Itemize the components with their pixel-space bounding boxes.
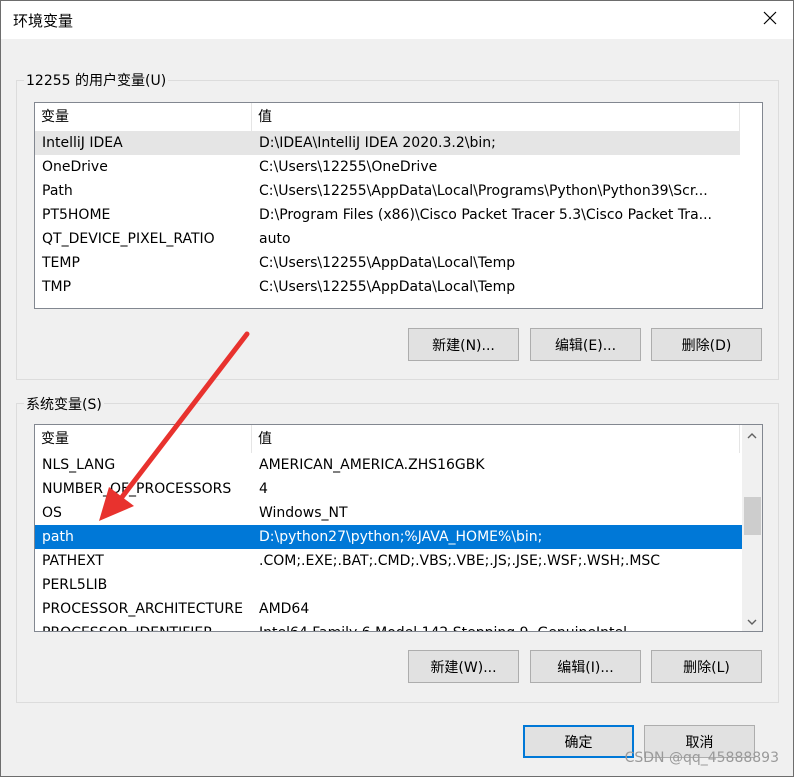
variable-value: .COM;.EXE;.BAT;.CMD;.VBS;.VBE;.JS;.JSE;.… bbox=[259, 553, 661, 569]
user-variable-row[interactable]: PT5HOME D:\Program Files (x86)\Cisco Pack… bbox=[35, 203, 740, 227]
variable-value: C:\Users\12255\OneDrive bbox=[259, 159, 438, 175]
variable-name: path bbox=[42, 529, 74, 545]
user-edit-button[interactable]: 编辑(E)... bbox=[530, 328, 641, 361]
column-header: 变量 值 bbox=[35, 103, 762, 131]
user-delete-button[interactable]: 删除(D) bbox=[651, 328, 762, 361]
variable-name: Path bbox=[42, 183, 73, 199]
scroll-down-button[interactable] bbox=[742, 611, 762, 631]
column-header-value[interactable]: 值 bbox=[252, 425, 740, 453]
user-variables-label: 12255 的用户变量(U) bbox=[24, 70, 169, 90]
variable-name: OneDrive bbox=[42, 159, 108, 175]
variable-value: AMERICAN_AMERICA.ZHS16GBK bbox=[259, 457, 485, 473]
variable-name: NLS_LANG bbox=[42, 457, 116, 473]
watermark: CSDN @qq_45888893 bbox=[624, 750, 779, 766]
system-variable-row[interactable]: PERL5LIB bbox=[35, 573, 742, 597]
system-variable-row[interactable]: PROCESSOR_ARCHITECTURE AMD64 bbox=[35, 597, 742, 621]
column-header-value[interactable]: 值 bbox=[252, 103, 740, 131]
variable-value: D:\Program Files (x86)\Cisco Packet Trac… bbox=[259, 207, 712, 223]
variable-value: D:\python27\python;%JAVA_HOME%\bin; bbox=[259, 529, 543, 545]
environment-variables-dialog: 环境变量 12255 的用户变量(U) 变量 值 IntelliJ IDEA D:… bbox=[0, 0, 794, 777]
chevron-down-icon bbox=[747, 613, 757, 629]
chevron-up-icon bbox=[747, 427, 757, 443]
variable-name: PROCESSOR_IDENTIFIER bbox=[42, 621, 213, 631]
variable-value: C:\Users\12255\AppData\Local\Programs\Py… bbox=[259, 183, 708, 199]
scroll-thumb[interactable] bbox=[744, 497, 761, 535]
variable-name: PERL5LIB bbox=[42, 577, 108, 593]
system-variable-row[interactable]: OS Windows_NT bbox=[35, 501, 742, 525]
variable-value: C:\Users\12255\AppData\Local\Temp bbox=[259, 279, 516, 295]
system-new-button[interactable]: 新建(W)... bbox=[408, 650, 519, 683]
user-variable-row[interactable]: TEMP C:\Users\12255\AppData\Local\Temp bbox=[35, 251, 740, 275]
system-variables-list[interactable]: 变量 值 NLS_LANG AMERICAN_AMERICA.ZHS16GBK NU… bbox=[34, 424, 763, 632]
scroll-up-button[interactable] bbox=[742, 425, 762, 445]
variable-value: auto bbox=[259, 231, 291, 247]
variable-name: TMP bbox=[42, 279, 72, 295]
user-variable-row[interactable]: QT_DEVICE_PIXEL_RATIO auto bbox=[35, 227, 740, 251]
close-icon bbox=[763, 11, 777, 29]
variable-value: Windows_NT bbox=[259, 505, 348, 521]
variable-value: AMD64 bbox=[259, 601, 310, 617]
variable-name: OS bbox=[42, 505, 62, 521]
system-edit-button[interactable]: 编辑(I)... bbox=[530, 650, 641, 683]
system-variable-row[interactable]: PATHEXT .COM;.EXE;.BAT;.CMD;.VBS;.VBE;.JS… bbox=[35, 549, 742, 573]
variable-name: PROCESSOR_ARCHITECTURE bbox=[42, 601, 243, 617]
column-header: 变量 值 bbox=[35, 425, 762, 453]
variable-name: QT_DEVICE_PIXEL_RATIO bbox=[42, 231, 215, 247]
user-variable-row[interactable]: TMP C:\Users\12255\AppData\Local\Temp bbox=[35, 275, 740, 299]
user-variable-row[interactable]: IntelliJ IDEA D:\IDEA\IntelliJ IDEA 2020.… bbox=[35, 131, 740, 155]
column-header-variable[interactable]: 变量 bbox=[35, 425, 252, 453]
close-button[interactable] bbox=[747, 1, 793, 39]
variable-value: C:\Users\12255\AppData\Local\Temp bbox=[259, 255, 516, 271]
user-variables-list[interactable]: 变量 值 IntelliJ IDEA D:\IDEA\IntelliJ IDEA … bbox=[34, 102, 763, 309]
system-variable-row[interactable]: path D:\python27\python;%JAVA_HOME%\bin; bbox=[35, 525, 742, 549]
ok-button[interactable]: 确定 bbox=[523, 725, 634, 758]
system-variables-label: 系统变量(S) bbox=[24, 394, 104, 414]
system-variable-row[interactable]: NLS_LANG AMERICAN_AMERICA.ZHS16GBK bbox=[35, 453, 742, 477]
variable-name: PT5HOME bbox=[42, 207, 111, 223]
title-bar: 环境变量 bbox=[1, 1, 793, 39]
variable-value: D:\IDEA\IntelliJ IDEA 2020.3.2\bin; bbox=[259, 135, 496, 151]
column-header-variable[interactable]: 变量 bbox=[35, 103, 252, 131]
variable-value: 4 bbox=[259, 481, 268, 497]
system-variable-row[interactable]: PROCESSOR_IDENTIFIER Intel64 Family 6 Mod… bbox=[35, 621, 742, 631]
variable-name: IntelliJ IDEA bbox=[42, 135, 123, 151]
variable-name: PATHEXT bbox=[42, 553, 104, 569]
system-list-scrollbar[interactable] bbox=[742, 425, 762, 631]
variable-name: TEMP bbox=[42, 255, 80, 271]
window-title: 环境变量 bbox=[13, 12, 74, 30]
user-new-button[interactable]: 新建(N)... bbox=[408, 328, 519, 361]
system-variable-row[interactable]: NUMBER_OF_PROCESSORS 4 bbox=[35, 477, 742, 501]
system-delete-button[interactable]: 删除(L) bbox=[651, 650, 762, 683]
user-variable-row[interactable]: Path C:\Users\12255\AppData\Local\Program… bbox=[35, 179, 740, 203]
variable-name: NUMBER_OF_PROCESSORS bbox=[42, 481, 232, 497]
variable-value: Intel64 Family 6 Model 142 Stepping 9, G… bbox=[259, 621, 737, 631]
user-variable-row[interactable]: OneDrive C:\Users\12255\OneDrive bbox=[35, 155, 740, 179]
